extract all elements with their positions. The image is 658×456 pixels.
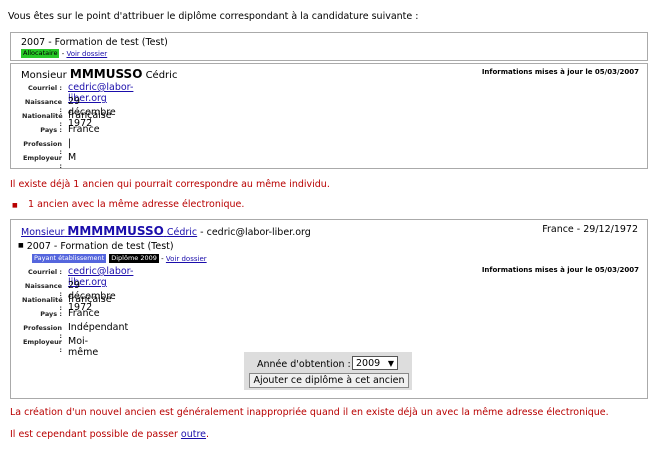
intro-text: Vous êtes sur le point d'attribuer le di… (8, 11, 419, 22)
field-label: Courriel : (27, 84, 62, 92)
field-value: France (68, 308, 100, 319)
field-label: Pays : (40, 310, 62, 318)
candidature-formation: 2007 - Formation de test (Test) (21, 37, 168, 48)
ancien-formation-item: ■ 2007 - Formation de test (Test) (18, 241, 174, 252)
person-box: Monsieur MMMUSSO Cédric Informations mis… (10, 63, 648, 170)
duplicate-warning: Il existe déjà 1 ancien qui pourrait cor… (10, 179, 330, 190)
field-value: | (68, 138, 72, 149)
ancien-firstname: Cédric (166, 227, 198, 238)
voir-dossier-link[interactable]: Voir dossier (166, 255, 207, 263)
field-label: Pays : (40, 126, 62, 134)
year-label: Année d'obtention : (257, 359, 351, 370)
field-value: Indépendant (68, 322, 129, 333)
field-value: française (68, 294, 112, 305)
field-value: France (68, 124, 100, 135)
ancien-formation: 2007 - Formation de test (Test) (26, 241, 174, 252)
footer-warning: La création d'un nouvel ancien est génér… (10, 407, 609, 418)
person-name: Monsieur MMMUSSO Cédric (21, 67, 177, 81)
field-label: Courriel : (27, 268, 62, 276)
ancien-country-date: France - 29/12/1972 (542, 224, 638, 235)
person-lastname: MMMUSSO (69, 67, 143, 81)
bullet-icon: ■ (18, 242, 24, 249)
bypass-text: Il est cependant possible de passer outr… (10, 429, 209, 440)
ancien-email-inline: - cedric@labor-liber.org (197, 227, 311, 238)
person-civility: Monsieur (21, 70, 67, 81)
ancien-lastname: MMMMMUSSO (67, 224, 164, 238)
ancien-updated: Informations mises à jour le 05/03/2007 (481, 266, 639, 274)
diplome-badge: Diplôme 2009 (109, 254, 159, 263)
dropdown-arrow-icon: ▼ (387, 359, 394, 368)
person-updated: Informations mises à jour le 05/03/2007 (481, 68, 639, 76)
field-label: Employeur : (22, 154, 62, 170)
bypass-link[interactable]: outre (181, 429, 206, 440)
year-select[interactable]: 2009 ▼ (352, 356, 398, 370)
ancien-name-link[interactable]: Monsieur MMMMMUSSO Cédric (21, 224, 198, 238)
match-bullet: 1 ancien avec la même adresse électroniq… (12, 199, 245, 210)
ancien-civility: Monsieur (21, 227, 65, 238)
allocataire-badge: Allocataire (21, 49, 60, 58)
candidature-box: 2007 - Formation de test (Test) Allocata… (10, 32, 648, 61)
field-value: M (68, 152, 77, 163)
add-diploma-button[interactable]: Ajouter ce diplôme à cet ancien (249, 373, 409, 388)
year-select-value: 2009 (356, 358, 381, 369)
bypass-prefix: Il est cependant possible de passer (10, 429, 181, 440)
field-value: française (68, 110, 112, 121)
voir-dossier-link[interactable]: Voir dossier (66, 50, 107, 58)
match-bullet-text: 1 ancien avec la même adresse électroniq… (28, 199, 245, 210)
field-label: Employeur : (22, 338, 62, 354)
diploma-form: Année d'obtention : 2009 ▼ Ajouter ce di… (244, 352, 412, 390)
ancien-header: Monsieur MMMMMUSSO Cédric - cedric@labor… (21, 224, 311, 238)
field-value: Moi-même (68, 336, 99, 358)
payant-badge: Payant établissement (32, 254, 107, 263)
bypass-suffix: . (206, 429, 210, 440)
person-firstname: Cédric (145, 70, 178, 81)
separator: - (158, 255, 166, 263)
